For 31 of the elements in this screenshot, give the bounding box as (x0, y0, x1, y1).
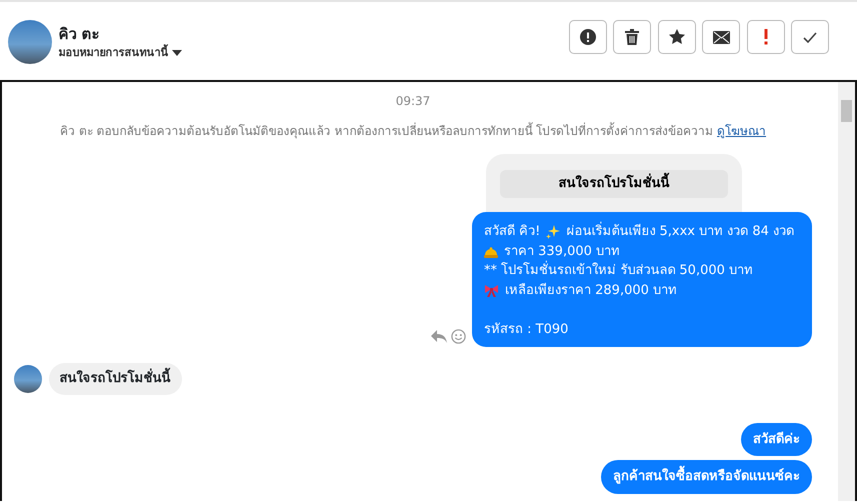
exclamation-icon (764, 29, 768, 45)
envelope-icon (712, 30, 730, 44)
ribbon-bow-icon (484, 284, 499, 297)
auto-reply-notice: คิว ตะ ตอบกลับข้อความต้อนรับอัตโนมัติของคุณแล้ว หากต้องการเปลี่ยนหรือลบการทักทายนี้ โปรดไปที่การตั้งค่าการส่งข้อความ ดูโฆษณา (58, 122, 768, 140)
card-reply-button[interactable]: สนใจรถโปรโมชั่นนี้ (500, 170, 728, 198)
received-message-bubble: สนใจรถโปรโมชั่นนี้ (48, 363, 182, 394)
emoji-reaction-icon[interactable] (450, 328, 466, 344)
sparkle-icon (546, 224, 560, 239)
avatar-photo-placeholder (8, 20, 52, 64)
mark-unread-button[interactable] (702, 20, 740, 54)
view-ad-link[interactable]: ดูโฆษณา (717, 124, 766, 138)
important-button[interactable] (746, 20, 784, 54)
trash-icon (625, 29, 639, 45)
delete-button[interactable] (613, 20, 651, 54)
checkmark-icon (803, 32, 817, 42)
contact-name: คิว ตะ (58, 24, 101, 44)
scrollbar[interactable] (838, 82, 855, 501)
avatar-photo-placeholder (14, 364, 42, 393)
reply-icon[interactable] (431, 328, 448, 343)
sent-message-bubble: สวัสดีค่ะ (741, 422, 812, 456)
report-button[interactable] (568, 20, 606, 54)
star-button[interactable] (658, 20, 696, 54)
bell-icon (484, 244, 498, 258)
star-icon (668, 29, 684, 45)
promo-message-bubble: สวัสดี คิว! ผ่อนเริ่มต้นเพียง 5,xxx บาท งวด 84 งวด ราคา 339,000 บาท ** โปรโมชั่นรถเข้าใหม่ รับส่วนลด 50,000 บาท เหลือเพียงราคา 289,000 บาท รหัสรถ : T090 (472, 212, 812, 347)
alert-icon (580, 29, 596, 45)
message-timestamp: 09:37 (394, 93, 432, 110)
sent-message-bubble: ลูกค้าสนใจซื้อสดหรือจัดแนนซ์คะ (601, 460, 812, 494)
done-button[interactable] (791, 20, 829, 54)
assign-conversation-link[interactable]: มอบหมายการสนทนานี้ (58, 45, 168, 62)
dropdown-caret-icon[interactable] (172, 50, 182, 56)
